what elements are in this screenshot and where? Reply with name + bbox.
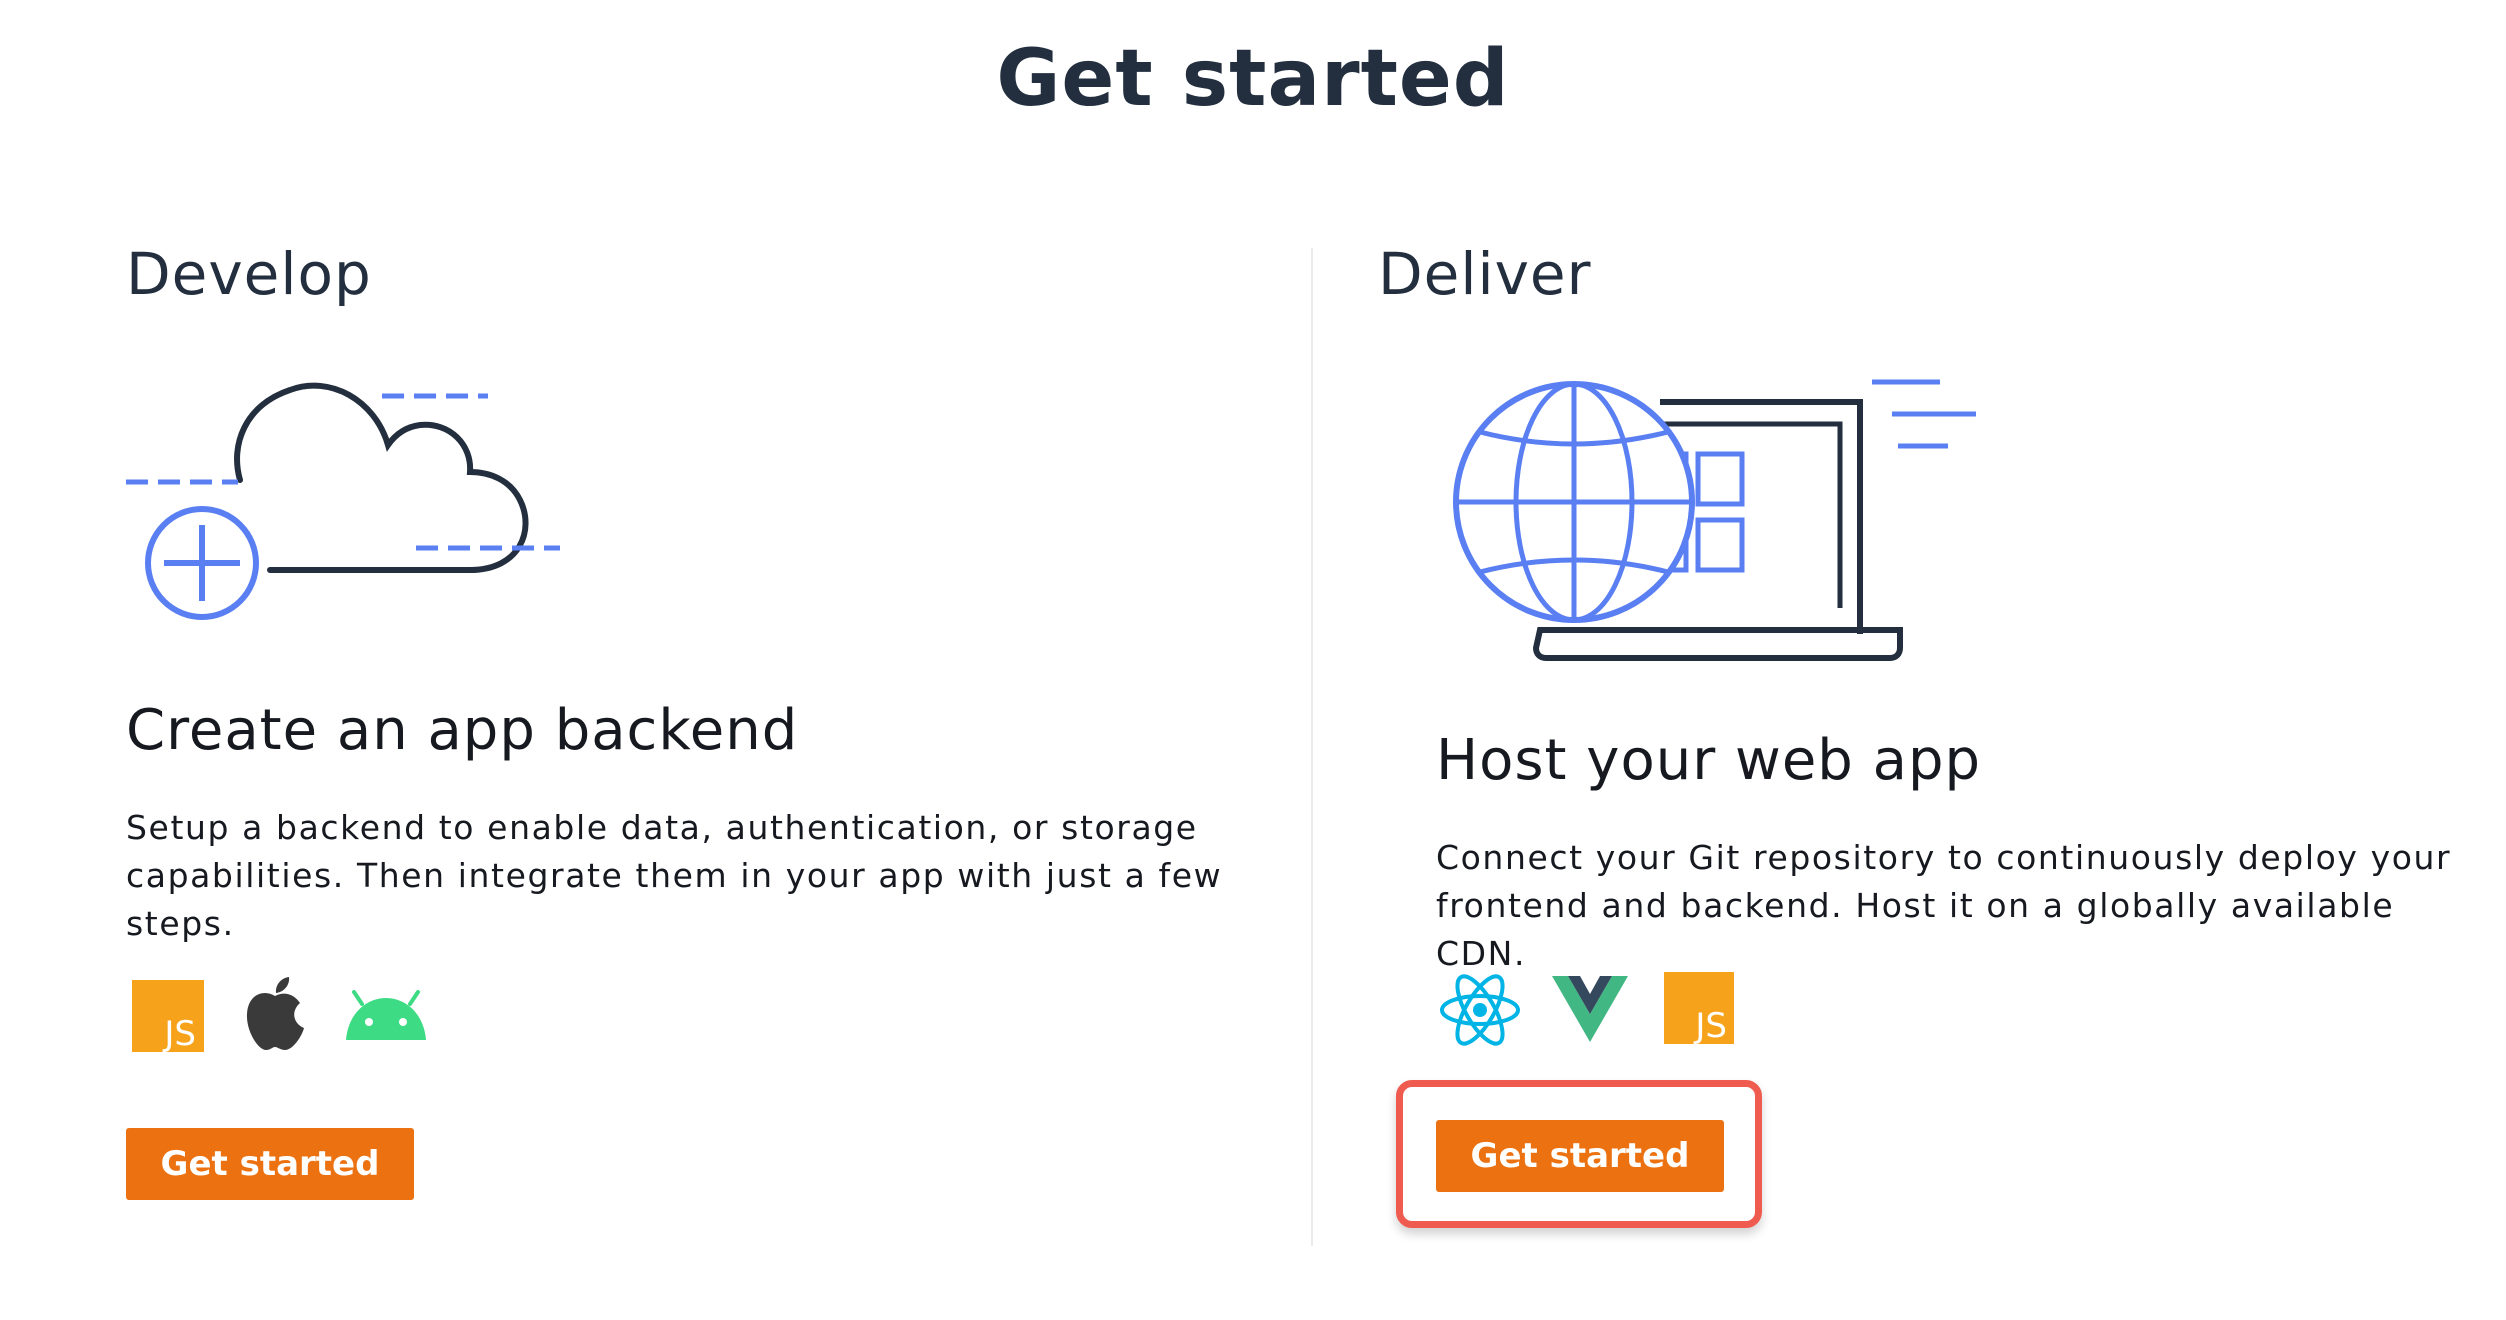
deliver-get-started-button[interactable]: Get started [1436, 1120, 1724, 1192]
develop-get-started-button[interactable]: Get started [126, 1128, 414, 1200]
javascript-icon: JS [132, 980, 204, 1052]
vue-icon [1552, 976, 1628, 1042]
develop-description: Setup a backend to enable data, authenti… [126, 808, 1223, 943]
get-started-page: Get started Develop Create an app backen… [0, 0, 2506, 1320]
web-hosting-illustration [1453, 379, 1976, 661]
svg-text:JS: JS [162, 1014, 196, 1052]
column-divider [1311, 248, 1313, 1246]
develop-card-title: Create an app backend [126, 698, 799, 763]
deliver-card-title: Host your web app [1436, 728, 1982, 793]
page-title: Get started [996, 34, 1510, 124]
develop-heading: Develop [126, 240, 372, 308]
javascript-icon: JS [1664, 972, 1734, 1044]
apple-icon [246, 977, 304, 1050]
cloud-add-illustration [126, 382, 560, 620]
react-icon [1440, 974, 1520, 1046]
svg-text:JS: JS [1693, 1006, 1727, 1044]
deliver-description: Connect your Git repository to continuou… [1436, 838, 2452, 973]
deliver-heading: Deliver [1378, 240, 1592, 308]
android-icon [346, 990, 426, 1040]
